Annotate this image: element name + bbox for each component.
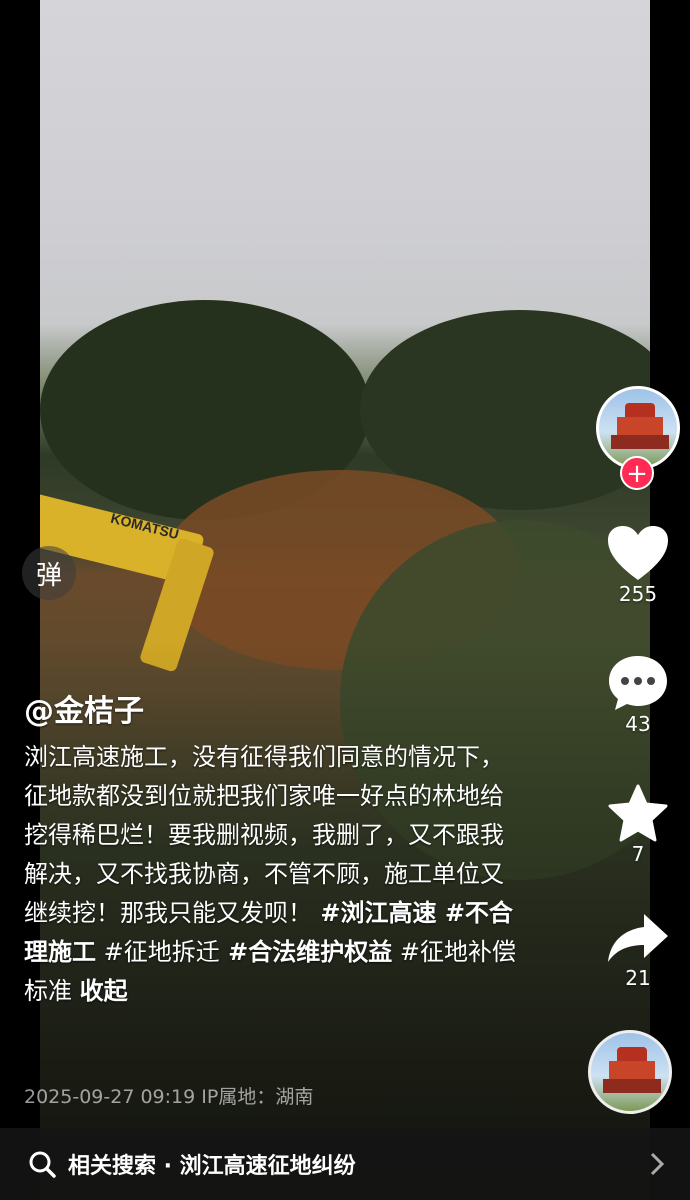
- related-search-label: 相关搜索 · 浏江高速征地纠纷: [68, 1154, 356, 1179]
- description-text: 浏江高速施工，没有征得我们同意的情况下，征地款都没到位就把我们家唯一好点的林地给…: [24, 743, 516, 1005]
- pagoda-body: [609, 1061, 655, 1079]
- chevron-right-icon: [650, 1152, 664, 1176]
- share-count: 21: [625, 966, 651, 990]
- star-icon: [608, 784, 668, 842]
- author-handle[interactable]: @金桔子: [24, 686, 144, 730]
- video-frame[interactable]: KOMATSU: [40, 0, 650, 1200]
- share-button[interactable]: 21: [596, 910, 680, 990]
- comment-button[interactable]: 43: [596, 654, 680, 736]
- comment-count: 43: [625, 712, 651, 736]
- pagoda-roof: [625, 403, 655, 417]
- like-count: 255: [618, 582, 658, 606]
- favorite-button[interactable]: 7: [596, 784, 680, 866]
- hashtag-link[interactable]: #合法维护权益: [220, 938, 392, 966]
- video-description: 浏江高速施工，没有征得我们同意的情况下，征地款都没到位就把我们家唯一好点的林地给…: [24, 738, 524, 1011]
- pagoda-roof: [617, 1047, 647, 1061]
- pagoda-base: [603, 1079, 661, 1093]
- danmaku-label: 弹: [35, 560, 62, 591]
- search-icon: [29, 1151, 56, 1178]
- ip-location: IP属地：湖南: [201, 1086, 314, 1108]
- heart-icon: [608, 526, 668, 580]
- danmaku-toggle-button[interactable]: 弹: [22, 546, 76, 600]
- hashtag-link[interactable]: #浏江高速: [312, 899, 436, 927]
- like-button[interactable]: 255: [596, 524, 680, 606]
- post-meta: 2025-09-27 09:19 IP属地：湖南: [24, 1082, 313, 1109]
- collapse-button[interactable]: 收起: [80, 977, 128, 1005]
- pagoda-base: [611, 435, 669, 449]
- share-icon: [608, 914, 668, 962]
- pagoda-body: [617, 417, 663, 435]
- music-disc-avatar[interactable]: [588, 1030, 672, 1114]
- related-search-bar[interactable]: 相关搜索 · 浏江高速征地纠纷: [0, 1128, 690, 1200]
- follow-button[interactable]: +: [620, 456, 654, 490]
- post-timestamp: 2025-09-27 09:19: [24, 1086, 196, 1108]
- action-rail: + 255 43 7 21: [596, 386, 680, 990]
- comment-icon: [609, 656, 667, 710]
- favorite-count: 7: [631, 842, 645, 866]
- hashtag-link[interactable]: #征地拆迁: [96, 938, 220, 966]
